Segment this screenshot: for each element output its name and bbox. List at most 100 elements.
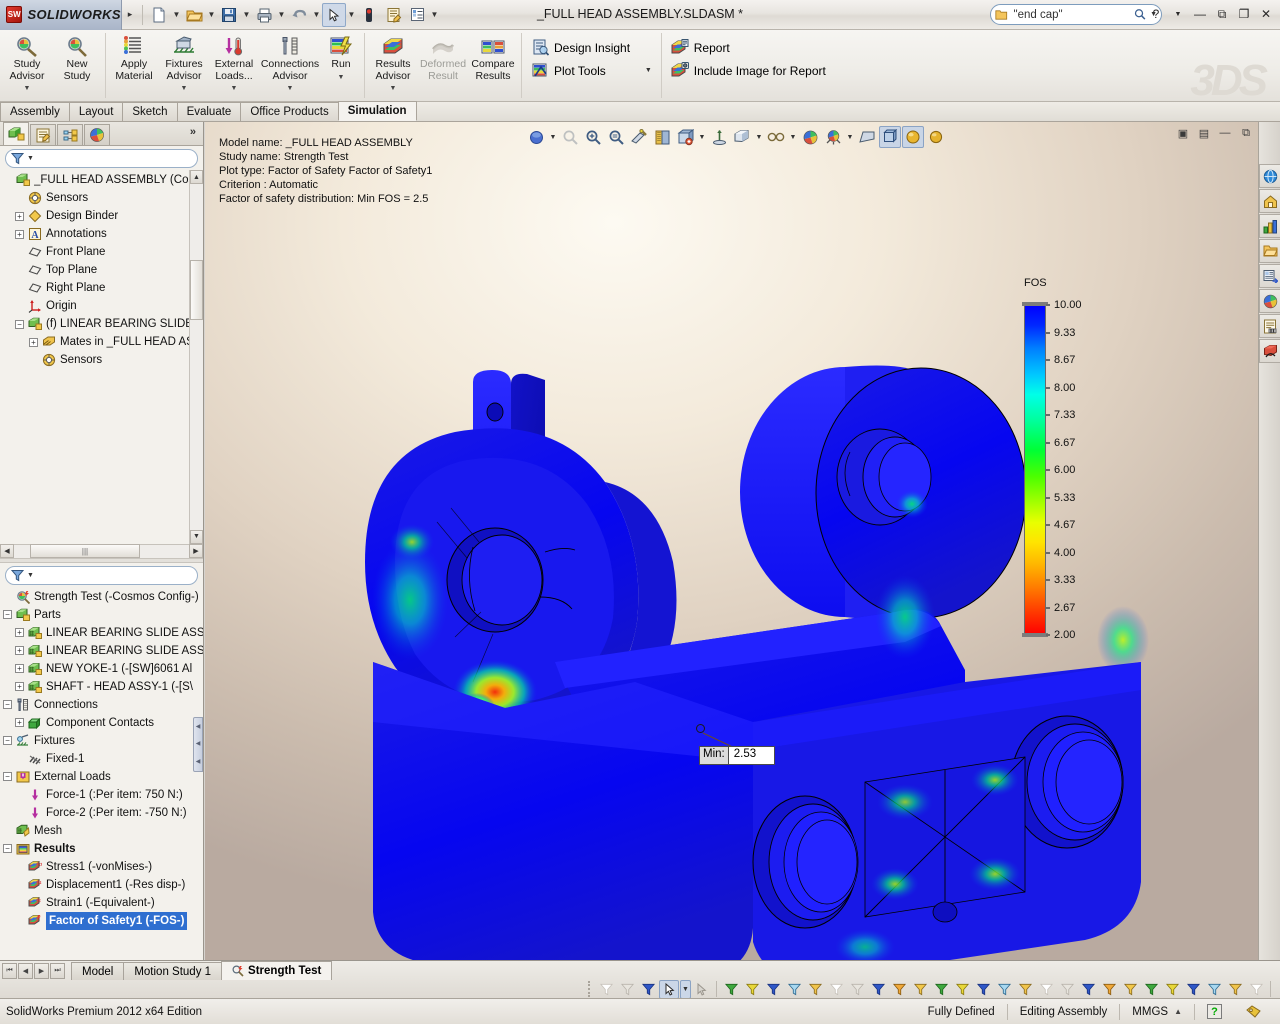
help-icon[interactable]: ? bbox=[1146, 3, 1166, 25]
simulation-pane-icon[interactable] bbox=[1259, 339, 1280, 363]
select-other-icon[interactable] bbox=[692, 980, 712, 999]
filter-circle-icon[interactable] bbox=[952, 980, 972, 999]
folder-icon[interactable] bbox=[805, 980, 825, 999]
expand-toggle-icon[interactable]: + bbox=[15, 664, 24, 673]
min-callout[interactable]: Min: 2.53 bbox=[699, 746, 776, 765]
collapse-toggle-icon[interactable]: − bbox=[3, 700, 12, 709]
filter-section-icon[interactable] bbox=[1078, 980, 1098, 999]
filter-view-icon[interactable] bbox=[1036, 980, 1056, 999]
tree-node[interactable]: + NEW YOKE-1 (-[SW]6061 Al bbox=[3, 660, 203, 678]
compare-results-button[interactable]: Compare Results bbox=[468, 30, 518, 100]
select-dropdown-icon[interactable]: ▼ bbox=[346, 3, 357, 27]
filter-weld-icon[interactable] bbox=[973, 980, 993, 999]
tree-node[interactable]: Force-2 (:Per item: -750 N:) bbox=[3, 804, 203, 822]
filter-balloon-icon[interactable] bbox=[1141, 980, 1161, 999]
save-icon[interactable] bbox=[217, 3, 241, 27]
toggle-list-icon[interactable] bbox=[405, 3, 429, 27]
print-dropdown-icon[interactable]: ▼ bbox=[276, 3, 287, 27]
select-arrow-icon[interactable] bbox=[322, 2, 346, 27]
hscroll-thumb[interactable]: ||| bbox=[30, 544, 140, 558]
collapse-toggle-icon[interactable]: − bbox=[3, 610, 12, 619]
solidworks-logo[interactable]: SW SOLIDWORKS bbox=[0, 0, 122, 30]
first-tab-icon[interactable]: ⏮ bbox=[2, 962, 17, 979]
tree-node[interactable]: Sensors bbox=[3, 189, 203, 207]
expand-toggle-icon[interactable]: + bbox=[15, 229, 24, 239]
scroll-right-icon[interactable]: ▶ bbox=[189, 544, 203, 558]
tab-layout[interactable]: Layout bbox=[68, 102, 124, 121]
undo-icon[interactable] bbox=[287, 3, 311, 27]
close-icon[interactable]: ✕ bbox=[1256, 3, 1276, 25]
connections-advisor-dropdown-icon[interactable]: ▼ bbox=[287, 83, 294, 95]
tree-node[interactable]: − Connections bbox=[3, 696, 203, 714]
open-dropdown-icon[interactable]: ▼ bbox=[206, 3, 217, 27]
filter-on-icon[interactable] bbox=[638, 980, 658, 999]
tab-sketch[interactable]: Sketch bbox=[122, 102, 178, 121]
tree-node[interactable]: Origin bbox=[3, 297, 203, 315]
filter-annotation-icon[interactable] bbox=[1057, 980, 1077, 999]
units-selector[interactable]: MMGS ▲ bbox=[1120, 1002, 1194, 1022]
select-line-icon[interactable] bbox=[742, 980, 762, 999]
filter-sketch-icon[interactable] bbox=[889, 980, 909, 999]
tree-node[interactable]: σ Stress1 (-vonMises-) bbox=[3, 858, 203, 876]
new-study-button[interactable]: New Study bbox=[52, 30, 102, 100]
study-tab-strength-test[interactable]: Strength Test bbox=[221, 961, 333, 980]
prev-tab-icon[interactable]: ◀ bbox=[18, 962, 33, 979]
filter-line-icon[interactable] bbox=[826, 980, 846, 999]
filter-none-icon[interactable] bbox=[596, 980, 616, 999]
tree-node[interactable]: Mesh bbox=[3, 822, 203, 840]
toggle-list-dropdown-icon[interactable]: ▼ bbox=[429, 3, 440, 27]
search-box[interactable]: ▼ bbox=[990, 4, 1162, 25]
tab-assembly[interactable]: Assembly bbox=[0, 102, 70, 121]
filter-dropdown-icon[interactable]: ▼ bbox=[27, 572, 34, 579]
collapse-toggle-icon[interactable]: − bbox=[15, 319, 24, 329]
filter-shade-icon[interactable] bbox=[1204, 980, 1224, 999]
print-icon[interactable] bbox=[252, 3, 276, 27]
property-manager-tab[interactable] bbox=[30, 124, 56, 145]
tab-evaluate[interactable]: Evaluate bbox=[176, 102, 242, 121]
tree-node[interactable]: + A Annotations bbox=[3, 225, 203, 243]
filter-dimension-icon[interactable] bbox=[931, 980, 951, 999]
graphics-viewport[interactable]: ▼ ▼ ▼ ▼ ▼ ▣ ▤ — ⧉ Model name: _FULL HEAD… bbox=[205, 122, 1280, 960]
tree-node[interactable]: − Fixtures bbox=[3, 732, 203, 750]
study-advisor-button[interactable]: Study Advisor ▼ bbox=[2, 30, 52, 100]
help-status-button[interactable]: ? bbox=[1195, 1002, 1234, 1022]
scroll-left-icon[interactable]: ◀ bbox=[0, 544, 14, 558]
search-folder-icon[interactable] bbox=[1259, 239, 1280, 263]
tree-node[interactable]: Strength Test (-Cosmos Config-) bbox=[3, 588, 203, 606]
tab-simulation[interactable]: Simulation bbox=[337, 101, 417, 121]
filter-minus-icon[interactable] bbox=[1246, 980, 1266, 999]
menu-expand-icon[interactable]: ▸ bbox=[122, 0, 138, 30]
tree-node[interactable]: + LINEAR BEARING SLIDE ASS bbox=[3, 642, 203, 660]
results-advisor-dropdown-icon[interactable]: ▼ bbox=[390, 83, 397, 95]
external-loads-dropdown-icon[interactable]: ▼ bbox=[231, 83, 238, 95]
design-insight-button[interactable]: Design Insight bbox=[525, 36, 658, 59]
tree-node[interactable]: + SHAFT - HEAD ASSY-1 (-[S\ bbox=[3, 678, 203, 696]
last-tab-icon[interactable]: ⏭ bbox=[50, 962, 65, 979]
select-point-icon[interactable] bbox=[721, 980, 741, 999]
feature-tree-scrollbar[interactable]: ▲ ▼ bbox=[189, 170, 203, 544]
plot-tools-dropdown-icon[interactable]: ▼ bbox=[645, 67, 652, 74]
new-document-dropdown-icon[interactable]: ▼ bbox=[171, 3, 182, 27]
tree-node[interactable]: − Parts bbox=[3, 606, 203, 624]
view-palette-icon[interactable] bbox=[1259, 264, 1280, 288]
tree-node[interactable]: Factor of Safety1 (-FOS-) bbox=[3, 911, 203, 930]
custom-properties-icon[interactable] bbox=[1259, 314, 1280, 338]
tree-node[interactable]: − Results bbox=[3, 840, 203, 858]
feature-manager-tab[interactable] bbox=[3, 122, 29, 145]
save-dropdown-icon[interactable]: ▼ bbox=[241, 3, 252, 27]
feature-tree-filter[interactable]: ▼ bbox=[5, 149, 198, 168]
filter-table-icon[interactable] bbox=[1099, 980, 1119, 999]
filter-point-icon[interactable] bbox=[868, 980, 888, 999]
tag-button[interactable] bbox=[1234, 1002, 1274, 1022]
tree-node[interactable]: ε Strain1 (-Equivalent-) bbox=[3, 894, 203, 912]
tree-node[interactable]: _FULL HEAD ASSEMBLY (Cosm bbox=[3, 171, 203, 189]
report-button[interactable]: Report bbox=[665, 36, 832, 59]
tree-node[interactable]: + Component Contacts bbox=[3, 714, 203, 732]
design-library-icon[interactable] bbox=[1259, 189, 1280, 213]
expand-toggle-icon[interactable]: + bbox=[15, 628, 24, 637]
color-legend[interactable]: FOS 10.00 9.33 8.67 8.00 7.33 6.67 6.00 5.33 4.6… bbox=[1022, 277, 1144, 641]
plot-tools-button[interactable]: Plot Tools ▼ bbox=[525, 59, 658, 82]
collapse-toggle-icon[interactable]: − bbox=[3, 736, 12, 745]
tab-office-products[interactable]: Office Products bbox=[240, 102, 339, 121]
panel-splitter[interactable] bbox=[0, 557, 203, 563]
